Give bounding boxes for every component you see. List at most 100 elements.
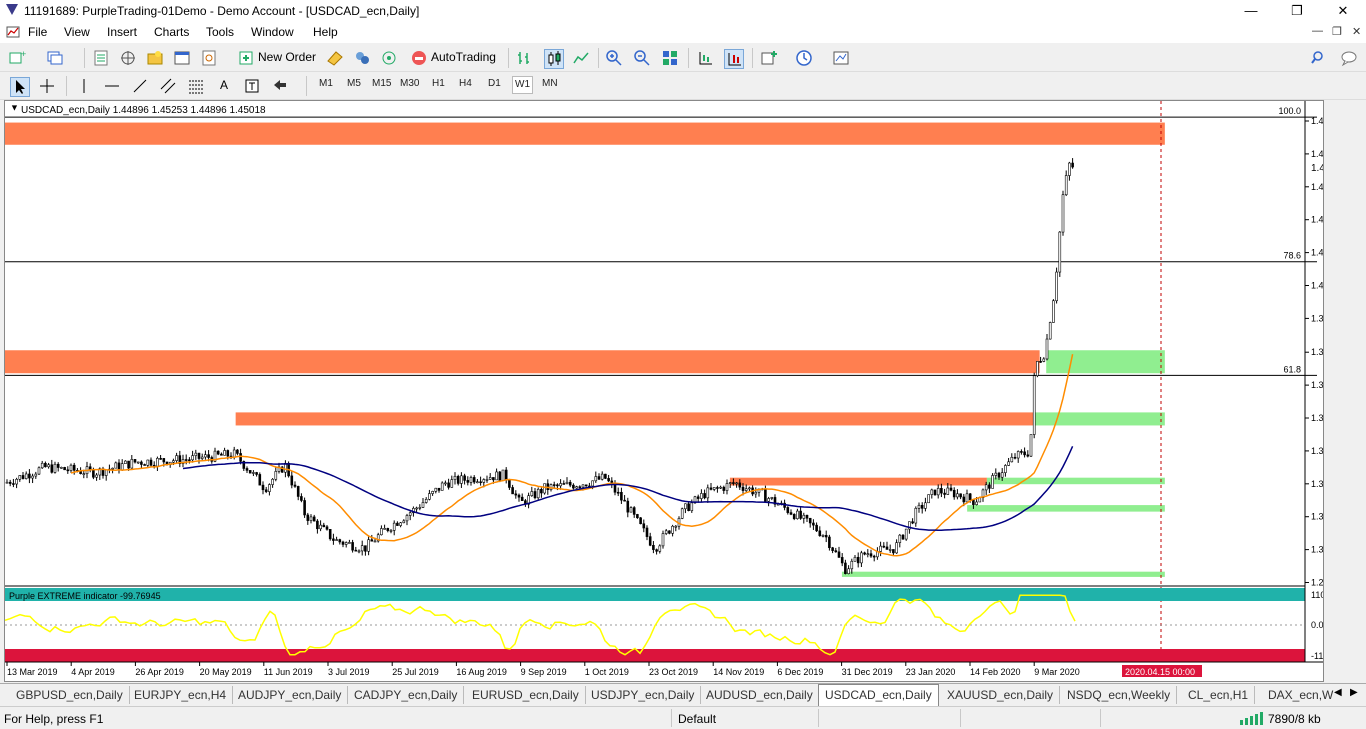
vertical-line-icon[interactable] [75,77,93,95]
tile-windows-icon[interactable] [661,49,679,67]
fib-level-label: 78.6 [1283,251,1301,261]
timeframe-h1[interactable]: H1 [432,78,445,89]
horizontal-line-icon[interactable] [103,77,121,95]
timeframe-m30[interactable]: M30 [400,78,419,89]
autotrading-button[interactable]: AutoTrading [431,50,496,64]
crosshair-icon[interactable] [38,77,56,95]
maximize-button[interactable]: ❐ [1274,0,1320,22]
trendline-icon[interactable] [131,77,149,95]
candle-body [396,522,399,526]
tab-scroll-left[interactable]: ◀ [1334,687,1342,698]
menu-file[interactable]: File [28,25,47,39]
menu-charts[interactable]: Charts [154,25,189,39]
tab-usdjpy[interactable]: USDJPY_ecn,Daily [585,686,702,704]
tab-audjpy[interactable]: AUDJPY_ecn,Daily [232,686,349,704]
candle-body [591,480,594,487]
chat-icon[interactable] [1340,49,1358,67]
candle-body [645,527,649,537]
timeframe-m15[interactable]: M15 [372,78,391,89]
periods-icon[interactable] [795,49,813,67]
autotrading-icon[interactable] [410,49,428,67]
candle-body [453,475,457,480]
tab-gbpusd[interactable]: GBPUSD_ecn,Daily [10,686,130,704]
candle-body [754,491,758,495]
menu-insert[interactable]: Insert [107,25,137,39]
new-chart-icon[interactable]: + [8,49,26,67]
candle-body [520,496,524,501]
candle-body [82,473,86,475]
candle-body [684,503,687,510]
menu-window[interactable]: Window [251,25,294,39]
terminal-icon[interactable] [173,49,191,67]
community-icon[interactable] [353,49,371,67]
arrows-icon[interactable] [271,77,289,95]
candle-body [200,456,204,459]
tab-usdcad[interactable]: USDCAD_ecn,Daily [818,684,939,706]
timeframe-d1[interactable]: D1 [488,78,501,89]
price-tick-label: 1.40560 [1311,281,1323,291]
menu-help[interactable]: Help [313,25,338,39]
fibonacci-icon[interactable] [187,77,205,95]
chart-window-icon[interactable] [6,25,20,39]
tab-eurjpy[interactable]: EURJPY_ecn,H4 [128,686,234,704]
zoom-out-icon[interactable] [633,49,651,67]
candlestick-chart-icon[interactable] [544,49,564,69]
profiles-icon[interactable] [46,49,64,67]
time-tick-label: 13 Mar 2019 [7,667,58,677]
menu-bar: File View Insert Charts Tools Window Hel… [0,22,1366,43]
candle-body [392,522,396,531]
candle-body [629,507,633,513]
timeframe-w1[interactable]: W1 [512,76,533,94]
new-order-icon[interactable] [238,49,256,67]
metaeditor-icon[interactable] [326,49,344,67]
price-chart[interactable]: 100.0 78.6 61.8 ▼ USDCAD_ecn,Daily 1.44896… [4,101,1359,681]
tab-nsdq[interactable]: NSDQ_ecn,Weekly [1061,686,1178,704]
chart-collapse-icon[interactable]: ▼ [10,102,19,112]
bar-chart-icon[interactable] [515,49,533,67]
mdi-close-button[interactable]: ✕ [1352,25,1361,38]
tab-xauusd[interactable]: XAUUSD_ecn,Daily [941,686,1061,704]
timeframe-m1[interactable]: M1 [319,78,333,89]
data-window-icon[interactable] [119,49,137,67]
demand-zone [841,571,1165,577]
menu-view[interactable]: View [64,25,90,39]
market-watch-icon[interactable] [92,49,110,67]
templates-icon[interactable] [832,49,850,67]
cursor-icon[interactable] [10,77,30,97]
text-label-icon[interactable] [243,77,261,95]
time-tick-label: 26 Apr 2019 [135,667,184,677]
line-chart-icon[interactable] [572,49,590,67]
navigator-icon[interactable] [146,49,164,67]
connection-icon[interactable] [1240,712,1264,725]
tab-cadjpy[interactable]: CADJPY_ecn,Daily [348,686,465,704]
indicators-icon[interactable] [760,49,778,67]
candle-body [917,504,921,509]
tab-audusd[interactable]: AUDUSD_ecn,Daily [700,686,820,704]
timeframe-mn[interactable]: MN [542,78,558,89]
strategy-tester-icon[interactable] [200,49,218,67]
timeframe-h4[interactable]: H4 [459,78,472,89]
mdi-restore-button[interactable]: ❐ [1332,25,1342,38]
candle-body [508,479,511,488]
auto-scroll-icon[interactable] [724,49,744,69]
tab-dax[interactable]: DAX_ecn,W [1262,686,1339,704]
text-tool-icon[interactable]: A [220,78,228,92]
minimize-button[interactable]: — [1228,0,1274,22]
candle-body [386,528,390,531]
candle-body [136,461,140,464]
tab-cl[interactable]: CL_ecn,H1 [1182,686,1256,704]
equidistant-channel-icon[interactable] [159,77,177,95]
new-order-button[interactable]: New Order [258,50,316,64]
tab-eurusd[interactable]: EURUSD_ecn,Daily [466,686,586,704]
chart-window[interactable]: 100.0 78.6 61.8 ▼ USDCAD_ecn,Daily 1.44896… [4,100,1359,682]
signals-icon[interactable] [380,49,398,67]
close-button[interactable]: ✕ [1320,0,1366,22]
mdi-minimize-button[interactable]: — [1312,25,1323,37]
menu-tools[interactable]: Tools [206,25,234,39]
tab-scroll-right[interactable]: ▶ [1350,687,1358,698]
timeframe-m5[interactable]: M5 [347,78,361,89]
chart-shift-icon[interactable] [696,49,714,67]
zoom-in-icon[interactable] [605,49,623,67]
search-icon[interactable] [1310,49,1328,67]
indicator-lower-band [5,649,1305,662]
